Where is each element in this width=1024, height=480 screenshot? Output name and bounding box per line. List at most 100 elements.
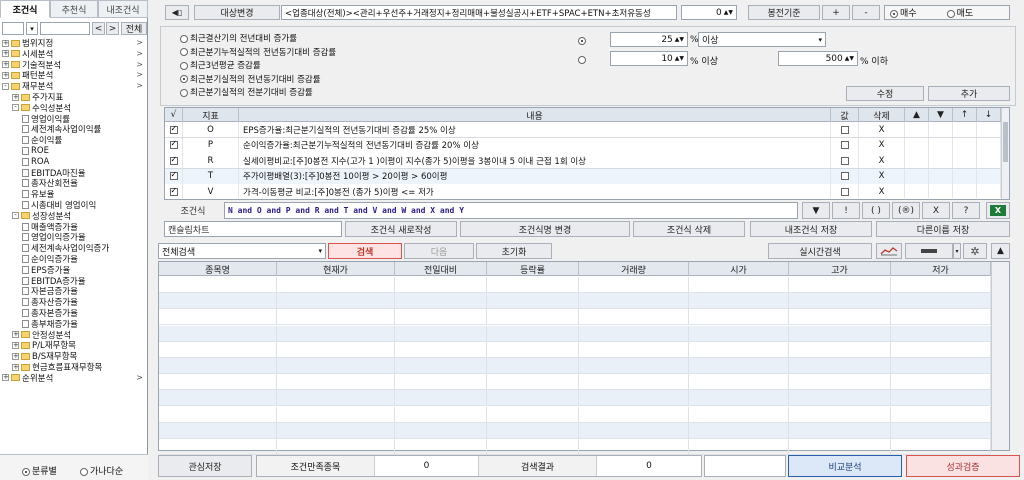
results-col-header[interactable]: 저가 [891,262,991,276]
move-up-cell[interactable] [953,122,977,137]
results-scrollbar[interactable] [991,262,1009,450]
formula-help-button[interactable]: ? [952,202,980,219]
minus-button[interactable]: - [852,5,880,20]
checkbox-icon[interactable] [169,186,178,196]
formula-dropdown-button[interactable]: ▼ [802,202,830,219]
move-top-cell[interactable] [905,122,929,137]
row-checkbox[interactable] [165,153,183,168]
realtime-search-button[interactable]: 실시간검색 [768,243,872,259]
next-button[interactable]: 다음 [404,243,474,259]
move-up-cell[interactable] [953,184,977,198]
search-scope-select[interactable]: 전체검색 ▾ [158,243,326,259]
tree-item[interactable]: 총자본증가율 [22,308,78,319]
expand-icon[interactable]: + [12,363,19,371]
new-condition-button[interactable]: 조건식 새로작성 [345,221,457,237]
tree-next-button[interactable]: > [106,22,119,35]
bong-spin-input[interactable]: 0 ▲▼ [681,5,737,20]
row-delete-button[interactable]: X [859,168,905,184]
move-bottom-cell[interactable] [977,122,1001,137]
gear-icon[interactable]: ✲ [963,243,987,259]
collapse-icon[interactable]: - [2,82,9,90]
tree-folder[interactable]: - 재무분석 [2,81,53,92]
tree-folder[interactable]: + 안정성분석 [12,330,71,341]
col-move-bottom[interactable]: ↓ [977,108,1001,122]
tree-item[interactable]: 자본금증가율 [22,286,78,297]
value1-input[interactable]: 25 ▲▼ [610,32,688,47]
move-top-cell[interactable] [905,137,929,153]
layout-bar-icon[interactable] [905,243,953,259]
tree-item[interactable]: 시총대비 영업이익 [22,200,96,211]
excel-icon[interactable]: X [986,202,1010,219]
tree-item[interactable]: EBITDA증가율 [22,276,86,287]
tree-folder[interactable]: + 기술적분석 [2,60,61,71]
row-value-checkbox[interactable] [831,184,859,198]
move-top-cell[interactable] [905,168,929,184]
checkbox-icon[interactable] [840,187,849,196]
tab-recommended[interactable]: 추천식 [50,0,98,18]
row-value-checkbox[interactable] [831,137,859,153]
reset-button[interactable]: 초기화 [476,243,552,259]
results-col-header[interactable]: 거래량 [579,262,689,276]
condition-row[interactable]: OEPS증가율:최근분기실적의 전년동기대비 증감률 25% 이상 X [165,122,1001,138]
search-button[interactable]: 검색 [328,243,402,259]
target-change-button[interactable]: 대상변경 [194,5,280,20]
tree-item[interactable]: 순이익률 [22,135,62,146]
chart-name-input[interactable]: 캔슬림차트 [164,221,342,237]
results-col-header[interactable]: 고가 [789,262,891,276]
expand-icon[interactable]: + [12,352,19,360]
save-condition-button[interactable]: 내조건식 저장 [750,221,872,237]
plus-button[interactable]: + [822,5,850,20]
row-delete-button[interactable]: X [859,122,905,137]
option-radio-2[interactable]: 최근3년평균 증감률 [180,59,261,71]
results-col-header[interactable]: 등락률 [487,262,579,276]
tab-my-conditions[interactable]: 내조건식 [98,0,148,18]
expand-icon[interactable]: + [2,39,9,47]
tree-item[interactable]: ROA [22,157,49,167]
tree-search-input-2[interactable] [40,22,90,35]
add-button[interactable]: 추가 [928,86,1010,101]
tree-item[interactable]: 순이익증가율 [22,254,78,265]
radio-alphabetical[interactable]: 가나다순 [80,464,123,477]
tree-folder[interactable]: - 성장성분석 [12,211,71,222]
results-col-header[interactable]: 전일대비 [395,262,487,276]
bong-basis-button[interactable]: 봉전기준 [748,5,820,20]
checkbox-icon[interactable] [840,141,849,149]
row-checkbox[interactable] [165,122,183,137]
option-radio-0[interactable]: 최근결산기의 전년대비 증가률 [180,32,297,44]
tree-item[interactable]: 세전계속사업이익률 [22,124,101,135]
tree-item[interactable]: 영업이익증가율 [22,232,86,243]
tree-item[interactable]: ROE [22,146,49,156]
move-top-cell[interactable] [905,184,929,198]
save-as-button[interactable]: 다른이름 저장 [876,221,1010,237]
formula-clear-button[interactable]: X [922,202,950,219]
checkbox-icon[interactable] [169,170,178,180]
expand-icon[interactable]: + [12,341,19,349]
tree-folder[interactable]: + P/L재무항목 [12,340,76,351]
col-move-top[interactable]: ▲ [905,108,929,122]
tree-all-button[interactable]: 전체 [121,22,147,35]
tree-item[interactable]: 영업이익률 [22,114,70,125]
rename-condition-button[interactable]: 조건식명 변경 [460,221,630,237]
collapse-icon[interactable]: - [12,104,19,112]
results-col-header[interactable]: 현재가 [277,262,395,276]
panel-toggle-icon[interactable]: ◀▯ [165,5,189,20]
tree-item[interactable]: EBITDA마진율 [22,168,86,179]
tree-item[interactable]: EPS증가율 [22,265,70,276]
collapse-up-icon[interactable]: ▲ [991,243,1010,259]
row-checkbox[interactable] [165,137,183,153]
option-radio-4[interactable]: 최근분기실적의 전분기대비 증감률 [180,86,313,98]
tree-folder[interactable]: + 순위분석 [2,373,53,384]
value3-input[interactable]: 500 ▲▼ [778,51,858,66]
checkbox-icon[interactable] [840,172,849,180]
radio-sell[interactable]: 매도 [946,6,973,19]
row-checkbox[interactable] [165,168,183,184]
radio-range-1[interactable] [578,36,588,46]
tree-item[interactable]: 총자산회전율 [22,178,78,189]
move-bottom-cell[interactable] [977,184,1001,198]
tree-item[interactable]: 총자산증가율 [22,297,78,308]
radio-category[interactable]: 분류별 [22,464,57,477]
tree-folder[interactable]: + 범위지정 [2,38,53,49]
move-up-cell[interactable] [953,153,977,168]
checkbox-icon[interactable] [840,156,849,165]
tree-item[interactable]: 매출액증가율 [22,222,78,233]
